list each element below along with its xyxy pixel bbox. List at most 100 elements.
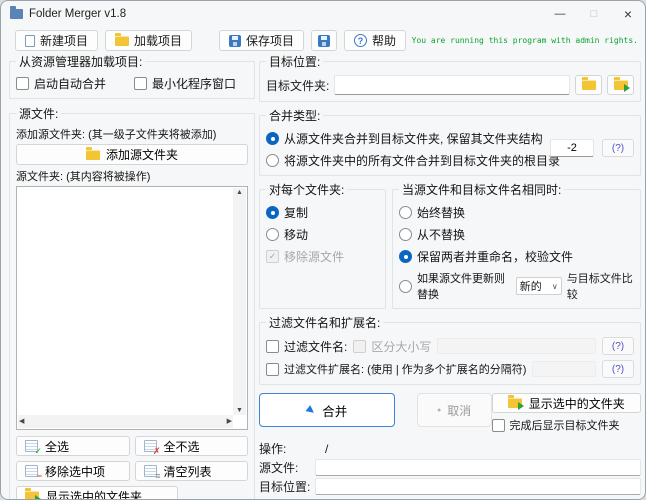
merge-type-section: 合并类型: 从源文件夹合并到目标文件夹, 保留其文件夹结构 将源文件夹中的所有文… xyxy=(259,107,641,176)
open-target-folder-button[interactable] xyxy=(607,75,634,95)
target-position-field xyxy=(315,478,641,495)
folder-icon xyxy=(115,36,129,46)
status-source-row: 源文件: xyxy=(259,459,641,476)
replace-newer-row: 如果源文件更新则替换 新的 ∨ 与目标文件比较 xyxy=(399,270,634,302)
select-none-button[interactable]: ✗ 全不选 xyxy=(135,436,249,456)
depth-help-button[interactable]: (?) xyxy=(602,139,634,157)
minimize-window-label: 最小化程序窗口 xyxy=(152,75,236,92)
minimize-button[interactable]: — xyxy=(543,1,577,26)
filter-ext-help-button[interactable]: (?) xyxy=(602,360,634,378)
new-document-icon xyxy=(25,35,35,47)
new-project-button[interactable]: 新建项目 xyxy=(15,30,98,51)
checkbox-disabled-icon xyxy=(353,340,366,353)
scroll-right-icon[interactable]: ▶ xyxy=(227,418,232,425)
remove-selected-label: 移除选中项 xyxy=(45,463,105,480)
select-all-label: 全选 xyxy=(45,438,69,455)
quick-save-button[interactable] xyxy=(311,30,337,51)
add-source-folder-button[interactable]: 添加源文件夹 xyxy=(16,144,248,165)
cancel-button[interactable]: ● 取消 xyxy=(417,393,492,427)
window-title: Folder Merger v1.8 xyxy=(29,8,126,20)
flatten-radio[interactable]: 将源文件夹中的所有文件合并到目标文件夹的根目录 xyxy=(266,152,560,169)
filter-name-input xyxy=(437,338,596,354)
merge-button[interactable]: ▶ 合并 xyxy=(259,393,395,427)
target-folder-input[interactable] xyxy=(334,75,570,95)
scroll-down-icon[interactable]: ▼ xyxy=(236,407,243,414)
target-folder-row: 目标文件夹: xyxy=(266,75,634,95)
minimize-window-checkbox[interactable]: 最小化程序窗口 xyxy=(134,75,236,92)
replace-newer-radio[interactable]: 如果源文件更新则替换 xyxy=(399,270,511,302)
filter-name-checkbox[interactable]: 过滤文件名: xyxy=(266,338,347,355)
options-row: 对每个文件夹: 复制 移动 ✓ 移除源文件 当源文件和目标文件名相同时: xyxy=(259,181,641,309)
auto-merge-checkbox[interactable]: 启动自动合并 xyxy=(16,75,134,92)
scroll-left-icon[interactable]: ◀ xyxy=(19,418,24,425)
show-selected-right-label: 显示选中的文件夹 xyxy=(529,395,625,412)
save-icon xyxy=(318,35,330,47)
chevron-down-icon: ∨ xyxy=(552,282,558,291)
open-after-checkbox[interactable]: 完成后显示目标文件夹 xyxy=(492,417,641,433)
keep-structure-label: 从源文件夹合并到目标文件夹, 保留其文件夹结构 xyxy=(284,130,543,147)
browse-target-folder-button[interactable] xyxy=(575,75,602,95)
select-all-button[interactable]: ✓ 全选 xyxy=(16,436,130,456)
select-all-icon: ✓ xyxy=(25,440,38,452)
window-controls: — □ × xyxy=(543,1,645,26)
save-project-button[interactable]: 保存项目 xyxy=(219,30,304,51)
close-button[interactable]: × xyxy=(611,1,645,26)
never-replace-radio[interactable]: 从不替换 xyxy=(399,226,465,243)
source-file-label: 源文件: xyxy=(259,459,315,476)
show-selected-folder-button[interactable]: 显示选中的文件夹 xyxy=(16,486,178,500)
checkbox-icon xyxy=(16,77,29,90)
checkbox-icon xyxy=(266,363,279,376)
compare-suffix-label: 与目标文件比较 xyxy=(567,270,634,302)
actions-row: ▶ 合并 ● 取消 显示选中的文件夹 完成后显示目标文件夹 xyxy=(259,393,641,433)
help-label: 帮助 xyxy=(372,32,396,49)
select-none-label: 全不选 xyxy=(164,438,200,455)
keep-both-radio[interactable]: 保留两者并重命名，校验文件 xyxy=(399,248,573,265)
list-buttons-grid: ✓ 全选 ✗ 全不选 − 移除选中项 ≡ 清空列表 xyxy=(16,436,248,481)
source-folders-list[interactable]: ▲ ▼ ◀ ▶ xyxy=(16,186,248,430)
replace-newer-label: 如果源文件更新则替换 xyxy=(417,270,511,302)
filter-ext-row: 过滤文件扩展名: (使用 | 作为多个扩展名的分隔符) (?) xyxy=(266,360,634,378)
show-selected-folder-button-right[interactable]: 显示选中的文件夹 xyxy=(492,393,641,413)
folder-icon xyxy=(582,80,596,90)
radio-selected-icon xyxy=(399,250,412,263)
load-project-label: 加载项目 xyxy=(134,32,182,49)
keep-structure-radio[interactable]: 从源文件夹合并到目标文件夹, 保留其文件夹结构 xyxy=(266,130,543,147)
filter-name-help-button[interactable]: (?) xyxy=(602,337,634,355)
auto-merge-label: 启动自动合并 xyxy=(34,75,106,92)
checkbox-icon xyxy=(266,340,279,353)
radio-icon xyxy=(399,280,412,293)
operation-value: / xyxy=(325,442,328,456)
radio-icon xyxy=(399,228,412,241)
scroll-up-icon[interactable]: ▲ xyxy=(236,189,243,196)
copy-label: 复制 xyxy=(284,204,308,221)
clear-list-button[interactable]: ≡ 清空列表 xyxy=(135,461,249,481)
case-sensitive-label: 区分大小写 xyxy=(371,338,431,355)
depth-input[interactable] xyxy=(550,139,594,157)
remove-source-label: 移除源文件 xyxy=(284,248,344,265)
filter-ext-checkbox[interactable]: 过滤文件扩展名: (使用 | 作为多个扩展名的分隔符) xyxy=(266,361,526,377)
newer-dropdown[interactable]: 新的 ∨ xyxy=(516,277,562,295)
target-folder-label: 目标文件夹: xyxy=(266,77,329,94)
filter-name-row: 过滤文件名: 区分大小写 (?) xyxy=(266,337,634,355)
copy-radio[interactable]: 复制 xyxy=(266,204,308,221)
toolbar: 新建项目 加载项目 保存项目 ? 帮助 You are running this… xyxy=(1,26,645,55)
right-panel: 目标位置: 目标文件夹: 合并类型: 从源文件夹合并到目标文件夹, 保留其文件夹… xyxy=(259,53,641,500)
admin-rights-notice: You are running this program with admin … xyxy=(412,36,638,45)
horizontal-scrollbar[interactable]: ◀ ▶ xyxy=(18,415,233,428)
status-operation-row: 操作: / xyxy=(259,440,641,457)
move-radio[interactable]: 移动 xyxy=(266,226,308,243)
target-location-title: 目标位置: xyxy=(266,53,323,70)
help-button[interactable]: ? 帮助 xyxy=(344,30,406,51)
radio-icon xyxy=(399,206,412,219)
always-replace-radio[interactable]: 始终替换 xyxy=(399,204,465,221)
explorer-options-row: 启动自动合并 最小化程序窗口 xyxy=(16,75,248,92)
load-project-button[interactable]: 加载项目 xyxy=(105,30,192,51)
app-icon xyxy=(10,9,23,19)
maximize-button[interactable]: □ xyxy=(577,1,611,26)
explorer-load-title: 从资源管理器加载项目: xyxy=(16,53,145,70)
status-target-row: 目标位置: xyxy=(259,478,641,495)
vertical-scrollbar[interactable]: ▲ ▼ xyxy=(233,188,246,415)
add-source-hint: 添加源文件夹: (其一级子文件夹将被添加) xyxy=(16,126,248,142)
open-folder-icon xyxy=(508,398,522,408)
remove-selected-button[interactable]: − 移除选中项 xyxy=(16,461,130,481)
